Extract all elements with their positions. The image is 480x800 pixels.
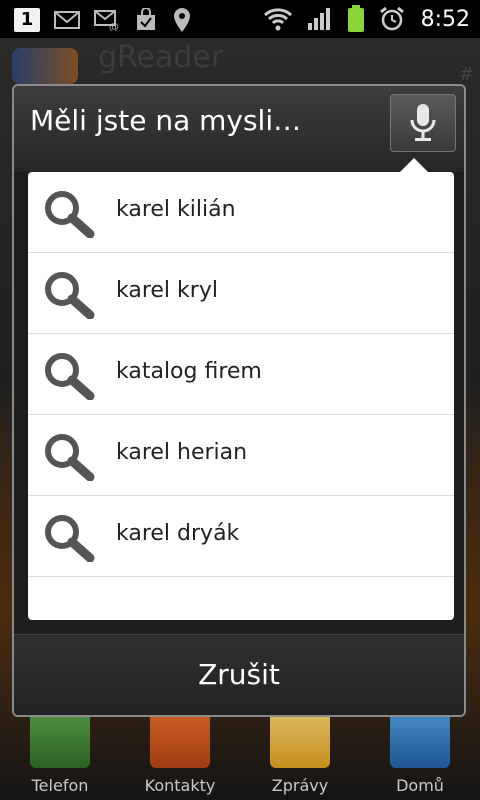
status-time: 8:52 [420,6,470,32]
dialog-header: Měli jste na mysli… [14,86,464,172]
suggestion-text: karel kilián [116,197,236,222]
search-icon [45,434,95,481]
microphone-icon [410,104,436,141]
dock-item-contacts[interactable]: Kontakty [130,712,230,795]
suggestion-list: karel kilián karel kryl katalog firem ka… [28,172,454,620]
dialog-pointer [400,158,428,172]
dock-label: Telefon [31,776,89,795]
search-icon [45,272,95,319]
suggestion-text: karel herian [116,440,248,465]
suggestion-item[interactable]: katalog firem [28,334,454,415]
email-icon [54,11,80,29]
background-app-title: gReader [98,40,224,75]
search-icon [45,353,95,400]
cancel-button[interactable]: Zrušit [14,636,464,715]
background-hash-label: # [458,64,474,85]
dock-item-phone[interactable]: Telefon [10,712,110,795]
dock-label: Zprávy [271,776,329,795]
location-pin-icon [174,8,190,32]
suggestion-item[interactable]: karel kilián [28,172,454,253]
suggestion-item[interactable]: karel kryl [28,253,454,334]
battery-icon [347,5,364,32]
contacts-icon [150,712,210,768]
home-icon [390,712,450,768]
dock-item-messages[interactable]: Zprávy [250,712,350,795]
wifi-icon [263,8,292,31]
suggestion-text: karel kryl [116,278,218,303]
dock-label: Domů [396,776,444,795]
home-dock: Telefon Kontakty Zprávy Domů [0,712,480,800]
dock-label: Kontakty [144,776,216,795]
suggestion-dialog: Měli jste na mysli… karel kilián karel k… [12,84,466,717]
phone-icon [30,712,90,768]
suggestion-text: katalog firem [116,359,262,384]
suggestion-text: karel dryák [116,521,240,546]
dialog-footer: Zrušit [14,634,464,715]
search-icon [45,515,95,562]
status-bar: 1 @ 8:52 [0,0,480,38]
dock-item-home[interactable]: Domů [370,712,470,795]
search-icon [45,191,95,238]
suggestion-item[interactable]: karel herian [28,415,454,496]
messages-icon [270,712,330,768]
notification-count-icon: 1 [14,8,40,32]
voice-search-button[interactable] [390,94,456,152]
app-logo-icon [12,48,78,84]
gmail-icon: @ [94,10,119,31]
signal-icon [307,8,330,30]
suggestion-item[interactable]: karel dryák [28,496,454,577]
svg-text:@: @ [109,22,119,31]
dialog-title: Měli jste na mysli… [30,104,302,137]
market-update-icon [137,8,155,30]
alarm-icon [379,6,404,31]
